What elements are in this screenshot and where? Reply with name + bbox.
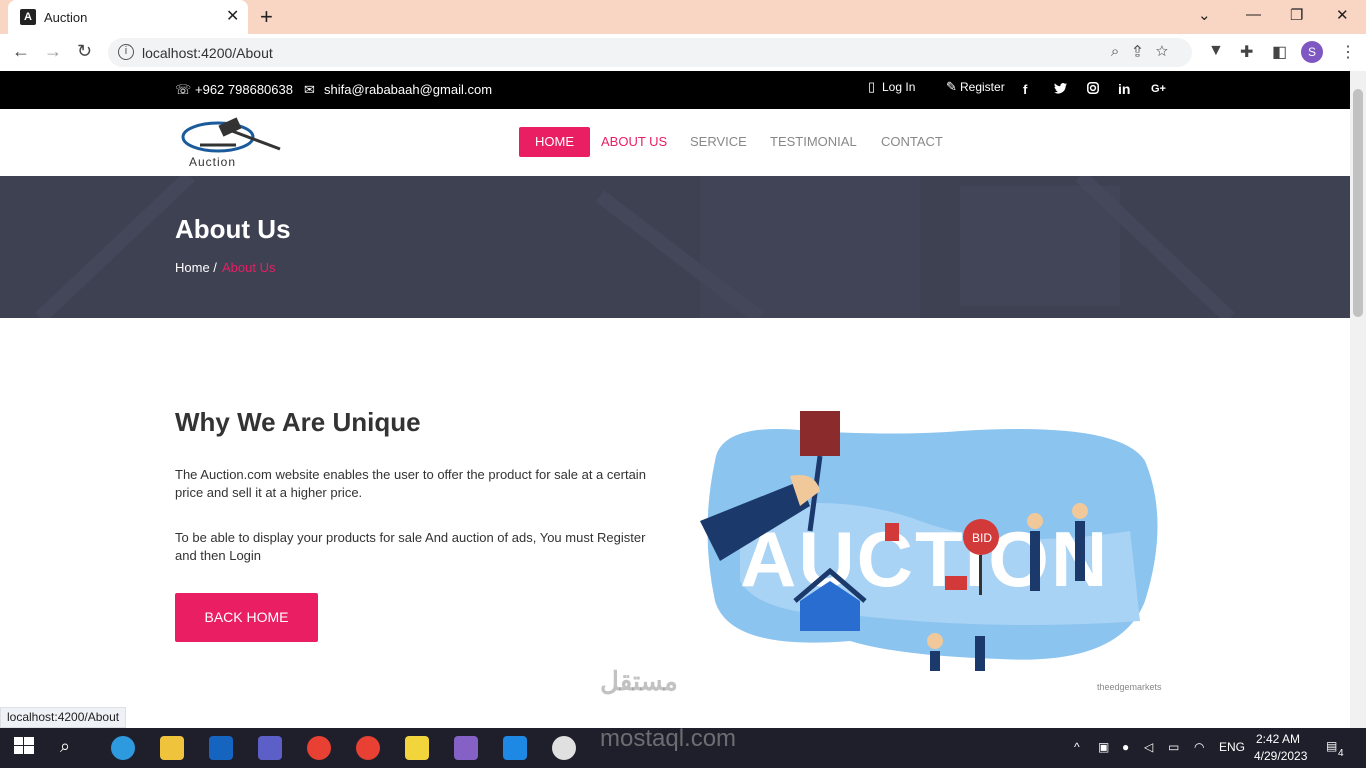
page-scrollbar[interactable]	[1350, 71, 1366, 728]
microphone-icon[interactable]: ●	[1122, 740, 1129, 754]
banner-background-pattern	[35, 176, 1235, 318]
instagram-icon[interactable]	[1087, 82, 1099, 97]
phone-icon: ☏	[175, 82, 192, 97]
site-logo[interactable]: Auction	[180, 115, 284, 171]
page-title: About Us	[175, 214, 291, 244]
watermark-arabic: مستقل	[600, 666, 678, 696]
browser-tab-strip: A Auction ✕ + ⌄ — ❐ ✕	[0, 0, 1366, 34]
page-banner: About Us Home / About Us	[0, 176, 1350, 318]
address-bar-actions[interactable]: ⌕⇪☆	[1111, 43, 1182, 60]
browser-toolbar: ← → ↻ i localhost:4200/About ⌕⇪☆	[0, 34, 1366, 71]
meet-now-icon[interactable]: ▣	[1098, 740, 1109, 754]
register-link[interactable]: Register	[960, 80, 1005, 94]
teams-icon[interactable]	[258, 736, 282, 760]
illustration-word: AUCTION	[740, 515, 1109, 603]
reload-icon[interactable]: ↻	[77, 41, 92, 62]
email-address: shifa@rababaah@gmail.com	[324, 82, 493, 97]
clock-date[interactable]: 4/29/2023	[1254, 749, 1307, 763]
language-indicator[interactable]: ENG	[1219, 740, 1245, 754]
breadcrumb-current: About Us	[222, 260, 276, 275]
login-link[interactable]: Log In	[882, 80, 915, 94]
file-explorer-icon[interactable]	[160, 736, 184, 760]
chrome-icon[interactable]	[356, 736, 380, 760]
about-paragraph-1: The Auction.com website enables the user…	[175, 467, 646, 500]
site-header: Auction HOME ABOUT US SERVICE TESTIMONIA…	[0, 109, 1350, 176]
url-text[interactable]: localhost:4200/About	[142, 45, 273, 61]
browser-tab[interactable]: A Auction ✕	[8, 0, 248, 34]
paint-icon[interactable]	[552, 736, 576, 760]
login-icon: ▯	[868, 79, 876, 94]
facebook-icon[interactable]: f	[1023, 82, 1027, 97]
twitter-icon[interactable]	[1054, 82, 1067, 97]
nav-testimonial[interactable]: TESTIMONIAL	[754, 127, 873, 157]
wifi-icon[interactable]: ◠	[1194, 740, 1204, 754]
tray-chevron-icon[interactable]: ^	[1074, 740, 1080, 754]
mail-icon: ✉	[304, 82, 315, 97]
extensions-puzzle-icon[interactable]: ✚	[1240, 42, 1253, 62]
address-bar[interactable]: i localhost:4200/About ⌕⇪☆	[108, 38, 1192, 67]
section-heading: Why We Are Unique	[175, 407, 421, 437]
tab-close-icon[interactable]: ✕	[226, 6, 239, 26]
battery-icon[interactable]: ▭	[1168, 740, 1179, 754]
angular-favicon-icon: A	[20, 9, 36, 25]
windows-start-icon[interactable]	[14, 736, 38, 760]
zoom-icon[interactable]: ⌕	[1111, 43, 1133, 60]
search-icon[interactable]: ⌕	[60, 736, 84, 760]
contact-topbar: ☏ +962 798680638 ✉ shifa@rababaah@gmail.…	[0, 71, 1350, 109]
window-close-icon[interactable]: ✕	[1336, 6, 1349, 24]
outlook-icon[interactable]	[209, 736, 233, 760]
scrollbar-thumb[interactable]	[1353, 89, 1363, 317]
notification-icon[interactable]: ▤	[1326, 739, 1337, 753]
watermark-latin: mostaql.com	[600, 725, 737, 752]
visual-studio-icon[interactable]	[454, 736, 478, 760]
bookmark-star-icon[interactable]: ☆	[1156, 43, 1182, 60]
tab-search-chevron-icon[interactable]: ⌄	[1198, 6, 1211, 24]
tab-title: Auction	[44, 10, 88, 25]
forward-icon[interactable]: →	[44, 41, 62, 62]
auction-illustration: AUCTION BID	[700, 401, 1170, 706]
nav-service[interactable]: SERVICE	[674, 127, 763, 157]
google-plus-icon[interactable]: G+	[1151, 83, 1166, 95]
vuetify-extension-icon[interactable]: ▼	[1208, 42, 1224, 60]
side-panel-icon[interactable]: ◧	[1272, 42, 1287, 62]
logo-text: Auction	[189, 155, 237, 169]
phone-number: +962 798680638	[195, 82, 293, 97]
linkedin-icon[interactable]: in	[1118, 81, 1130, 97]
about-paragraph-2: To be able to display your products for …	[175, 530, 646, 563]
link-status-bubble: localhost:4200/About	[0, 707, 127, 728]
bid-sign-text: BID	[972, 531, 992, 545]
edge-icon[interactable]	[111, 736, 135, 760]
nav-contact[interactable]: CONTACT	[865, 127, 959, 157]
pencil-icon: ✎	[946, 79, 957, 94]
back-home-button[interactable]: BACK HOME	[175, 593, 318, 642]
site-info-icon[interactable]: i	[118, 44, 134, 60]
nav-home[interactable]: HOME	[519, 127, 590, 157]
restore-icon[interactable]: ❐	[1290, 6, 1303, 24]
browser-menu-icon[interactable]: ⋮	[1340, 42, 1356, 62]
share-icon[interactable]: ⇪	[1133, 43, 1155, 60]
nav-about-us[interactable]: ABOUT US	[585, 127, 683, 157]
new-tab-icon[interactable]: +	[260, 4, 273, 30]
sticky-app-icon[interactable]	[405, 736, 429, 760]
clock-time[interactable]: 2:42 AM	[1256, 732, 1300, 746]
back-icon[interactable]: ←	[12, 41, 30, 62]
minimize-icon[interactable]: —	[1246, 6, 1261, 23]
page-viewport: ☏ +962 798680638 ✉ shifa@rababaah@gmail.…	[0, 71, 1350, 728]
profile-avatar[interactable]: S	[1301, 41, 1323, 63]
breadcrumb-home[interactable]: Home /	[175, 260, 217, 275]
chrome-active-icon[interactable]	[307, 736, 331, 760]
image-credit: theedgemarkets	[1097, 682, 1162, 692]
notification-count: 4	[1338, 748, 1344, 759]
vscode-icon[interactable]	[503, 736, 527, 760]
volume-icon[interactable]: ◁	[1144, 740, 1153, 754]
